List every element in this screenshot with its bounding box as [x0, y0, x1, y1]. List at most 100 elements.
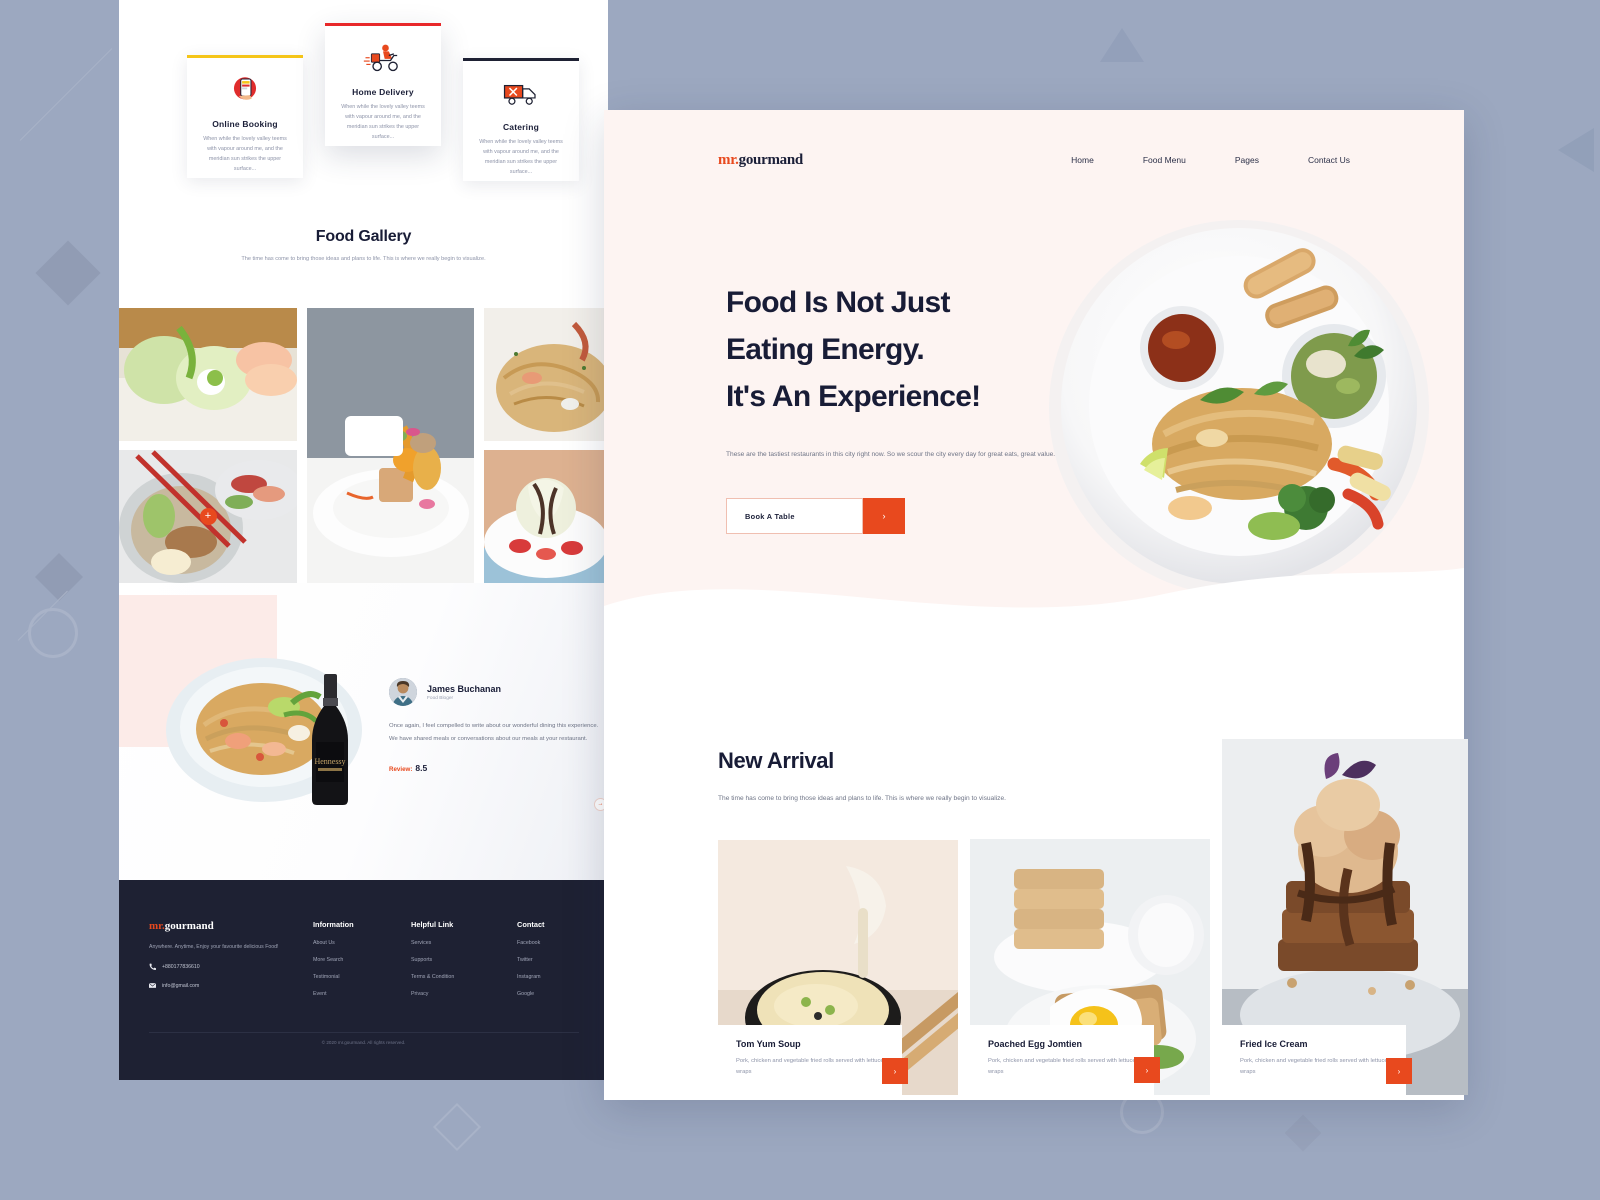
nav-item-pages[interactable]: Pages — [1235, 155, 1259, 165]
gallery-item[interactable] — [119, 308, 297, 441]
card-body: Tom Yum Soup Pork, chicken and vegetable… — [718, 1024, 902, 1095]
footer-link[interactable]: More Search — [313, 957, 403, 963]
mobile-booking-icon — [201, 69, 289, 111]
footer-link[interactable]: Facebook — [517, 940, 597, 946]
testimonial-bottle-image: Hennessy — [304, 672, 356, 807]
card-title: Tom Yum Soup — [736, 1038, 801, 1049]
bg-circle-outline — [28, 608, 78, 658]
new-arrival-card-fried-ice-cream[interactable]: Fried Ice Cream Pork, chicken and vegeta… — [1222, 739, 1468, 1095]
testimonial-review: Review: 8.5 — [389, 763, 599, 773]
card-description: Pork, chicken and vegetable fried rolls … — [988, 1057, 1136, 1076]
review-score: 8.5 — [415, 762, 428, 773]
bg-diamond-shape — [1284, 1114, 1322, 1152]
card-arrow-button[interactable]: › — [1386, 1058, 1412, 1084]
service-title: Home Delivery — [352, 87, 414, 97]
card-description: Pork, chicken and vegetable fried rolls … — [1240, 1057, 1388, 1076]
bg-triangle-shape — [1558, 128, 1594, 172]
hero-heading-line-1: Food Is Not Just — [726, 286, 950, 319]
footer-link[interactable]: Terms & Condition — [411, 974, 511, 980]
service-title: Online Booking — [212, 119, 278, 129]
service-title: Catering — [502, 122, 540, 132]
catering-truck-icon — [477, 72, 565, 114]
service-desc: When while the lovely valley teems with … — [203, 136, 287, 172]
logo-prefix: mr. — [718, 151, 739, 168]
service-card-online-booking[interactable]: Online Booking When while the lovely val… — [187, 55, 303, 178]
left-page-preview: Online Booking When while the lovely val… — [119, 0, 608, 1080]
card-body: Fried Ice Cream Pork, chicken and vegeta… — [1222, 1024, 1406, 1095]
nav-item-contact-us[interactable]: Contact Us — [1308, 155, 1350, 165]
nav-item-home[interactable]: Home — [1071, 155, 1094, 165]
mail-icon — [148, 982, 157, 991]
nav-item-food-menu[interactable]: Food Menu — [1143, 155, 1186, 165]
hero-copy: Food Is Not Just Eating Energy. It's An … — [726, 280, 1086, 535]
gallery-header: Food Gallery The time has come to bring … — [119, 228, 608, 265]
bg-diamond-shape — [35, 240, 101, 306]
bg-line-shape — [17, 590, 68, 641]
footer-link[interactable]: About Us — [313, 940, 403, 946]
book-a-table-label: Book A Table — [726, 498, 863, 535]
card-title: Fried Ice Cream — [1240, 1038, 1308, 1049]
scooter-delivery-icon — [339, 37, 427, 79]
gallery-item[interactable] — [307, 308, 474, 583]
footer-link[interactable]: Privacy — [411, 991, 511, 997]
phone-icon — [149, 963, 156, 972]
footer-phone[interactable]: +880177836610 — [149, 963, 299, 972]
footer-column-heading: Helpful Link — [411, 920, 454, 929]
logo-name: gourmand — [738, 151, 804, 168]
service-card-accent-bar — [325, 23, 441, 26]
service-card-catering[interactable]: Catering When while the lovely valley te… — [463, 58, 579, 181]
bg-line-shape — [19, 48, 113, 141]
footer-link[interactable]: Google — [517, 991, 597, 997]
service-card-accent-bar — [187, 55, 303, 58]
testimonial-author-role: Food Bloger — [427, 695, 454, 701]
gallery-item[interactable] — [484, 450, 608, 583]
footer-link[interactable]: Instagram — [517, 974, 597, 980]
service-card-home-delivery[interactable]: Home Delivery When while the lovely vall… — [325, 23, 441, 146]
gallery-title: Food Gallery — [315, 228, 412, 245]
new-arrival-card-tom-yum-soup[interactable]: Tom Yum Soup Pork, chicken and vegetable… — [718, 840, 958, 1095]
gallery-subtext: The time has come to bring those ideas a… — [241, 256, 486, 262]
svg-text:Hennessy: Hennessy — [314, 757, 345, 766]
footer-description: Anywhere. Anytime, Enjoy your favourite … — [149, 944, 279, 950]
card-arrow-button[interactable]: › — [882, 1058, 908, 1084]
book-a-table-button[interactable]: Book A Table › — [726, 498, 905, 535]
footer-logo-prefix: mr. — [149, 920, 165, 932]
hero-section: mr.gourmand Home Food Menu Pages Contact… — [604, 110, 1464, 630]
gallery-expand-button[interactable]: + — [199, 508, 217, 525]
card-description: Pork, chicken and vegetable fried rolls … — [736, 1057, 884, 1076]
site-footer: mr.gourmand Anywhere. Anytime, Enjoy you… — [119, 880, 608, 1080]
footer-divider — [149, 1032, 579, 1033]
new-arrival-subtext: The time has come to bring those ideas a… — [718, 795, 1006, 802]
new-arrival-cards: Tom Yum Soup Pork, chicken and vegetable… — [718, 739, 1478, 1095]
footer-link[interactable]: Services — [411, 940, 511, 946]
footer-link[interactable]: Testimonial — [313, 974, 403, 980]
footer-phone-text: +880177836610 — [162, 964, 200, 971]
gallery-item[interactable] — [484, 308, 608, 441]
service-desc: When while the lovely valley teems with … — [479, 139, 563, 175]
gallery-item[interactable]: + — [119, 450, 297, 583]
footer-link[interactable]: Event — [313, 991, 403, 997]
bg-diamond-shape — [34, 552, 84, 602]
footer-column-heading: Contact — [517, 920, 545, 929]
chevron-right-icon[interactable]: › — [863, 498, 905, 535]
hero-subtext: These are the tastiest restaurants in th… — [726, 451, 1056, 459]
footer-email[interactable]: info@gmail.com — [148, 982, 299, 991]
footer-link[interactable]: Supports — [411, 957, 511, 963]
service-desc: When while the lovely valley teems with … — [341, 104, 425, 140]
site-logo[interactable]: mr.gourmand — [718, 152, 803, 169]
footer-email-text: info@gmail.com — [162, 983, 200, 990]
avatar — [389, 678, 417, 706]
testimonial-quote: Once again, I feel compelled to write ab… — [389, 723, 599, 743]
testimonial-content: James Buchanan Food Bloger Once again, I… — [389, 678, 607, 811]
footer-copyright: © 2020 mr.gourmand. All rights reserved. — [321, 1040, 406, 1045]
card-arrow-button[interactable]: › — [1134, 1057, 1160, 1083]
food-gallery-grid: + — [119, 308, 608, 583]
card-title: Poached Egg Jomtien — [988, 1038, 1083, 1049]
nav-links: Home Food Menu Pages Contact Us — [1071, 155, 1350, 165]
hero-heading-line-3: It's An Experience! — [726, 379, 981, 413]
footer-column-heading: Information — [313, 920, 354, 929]
hero-heading-line-2: Eating Energy. — [726, 332, 925, 366]
footer-link[interactable]: Twitter — [517, 957, 597, 963]
hero-heading: Food Is Not Just Eating Energy. It's An … — [726, 280, 1086, 420]
new-arrival-card-poached-egg-jomtien[interactable]: Poached Egg Jomtien Pork, chicken and ve… — [970, 839, 1210, 1095]
